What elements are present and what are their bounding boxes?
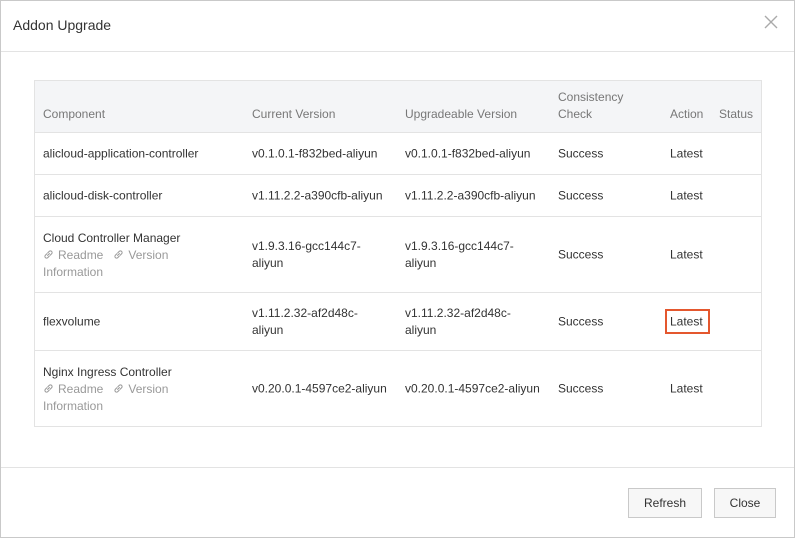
upgradeable-version-line2: aliyun [405,255,437,270]
action-latest[interactable]: Latest [670,187,703,204]
column-header-consistency-line1: Consistency [558,90,624,104]
consistency-check: Success [558,247,604,261]
table-header: Component Current Version Upgradeable Ve… [35,81,761,133]
version-information-link[interactable]: Version [113,248,168,262]
action-latest[interactable]: Latest [670,313,703,330]
upgradeable-version: v1.9.3.16-gcc144c7- aliyun [405,238,514,272]
component-name: alicloud-disk-controller [43,188,163,202]
close-button[interactable]: Close [714,488,776,518]
refresh-button[interactable]: Refresh [628,488,702,518]
consistency-check: Success [558,314,604,328]
version-information-link[interactable]: Version [113,382,168,396]
dialog-header: Addon Upgrade [1,1,794,52]
component-name: Cloud Controller Manager [43,231,181,245]
current-version: v1.11.2.32-af2d48c- aliyun [252,305,358,339]
readme-link[interactable]: Readme [43,248,107,262]
table-row: flexvolume v1.11.2.32-af2d48c- aliyun v1… [35,293,761,351]
current-version: v1.9.3.16-gcc144c7- aliyun [252,238,361,272]
upgradeable-version: v1.11.2.32-af2d48c- aliyun [405,305,511,339]
component-name: alicloud-application-controller [43,146,199,160]
action-latest[interactable]: Latest [670,246,703,263]
component-name: flexvolume [43,314,101,328]
column-header-component: Component [43,107,106,121]
link-icon [44,384,53,393]
version-info-label-cont[interactable]: Information [43,264,213,281]
version-info-label: Version [128,248,169,262]
upgradeable-version-line2: aliyun [405,322,437,337]
consistency-check: Success [558,381,604,395]
version-info-label: Version [128,382,169,396]
upgradeable-version-line1: v1.9.3.16-gcc144c7- [405,238,514,253]
table-row: alicloud-disk-controller v1.11.2.2-a390c… [35,175,761,217]
table-row: alicloud-application-controller v0.1.0.1… [35,133,761,175]
version-info-label-cont[interactable]: Information [43,398,213,415]
readme-label: Readme [58,248,104,262]
link-icon [114,250,123,259]
consistency-check: Success [558,146,604,160]
addon-table: Component Current Version Upgradeable Ve… [34,80,762,427]
dialog-title: Addon Upgrade [13,17,112,33]
table-row: Cloud Controller Manager Readme Version … [35,217,761,293]
column-header-upgradeable-version: Upgradeable Version [405,107,518,121]
column-header-status: Status [719,107,754,121]
current-version-line2: aliyun [252,255,284,270]
component-cell: Cloud Controller Manager Readme Version … [43,230,213,281]
component-links: Readme Version [43,381,213,398]
component-cell: Nginx Ingress Controller Readme Version … [43,364,213,415]
column-header-consistency-check: Consistency Check [558,89,623,123]
upgradeable-version: v1.11.2.2-a390cfb-aliyun [405,188,536,202]
readme-link[interactable]: Readme [43,382,107,396]
upgradeable-version-line1: v1.11.2.32-af2d48c- [405,305,511,320]
upgradeable-version: v0.20.0.1-4597ce2-aliyun [405,381,540,395]
consistency-check: Success [558,188,604,202]
current-version: v1.11.2.2-a390cfb-aliyun [252,188,383,202]
current-version: v0.20.0.1-4597ce2-aliyun [252,381,387,395]
current-version: v0.1.0.1-f832bed-aliyun [252,146,378,160]
column-header-current-version: Current Version [252,107,336,121]
readme-label: Readme [58,382,104,396]
close-icon[interactable] [762,13,780,31]
table-row: Nginx Ingress Controller Readme Version … [35,351,761,426]
action-latest[interactable]: Latest [670,380,703,397]
current-version-line1: v1.9.3.16-gcc144c7- [252,238,361,253]
upgradeable-version: v0.1.0.1-f832bed-aliyun [405,146,531,160]
link-icon [44,250,53,259]
component-links: Readme Version [43,247,213,264]
link-icon [114,384,123,393]
column-header-action: Action [670,107,704,121]
addon-upgrade-dialog: Addon Upgrade Component Current Version … [0,0,795,538]
current-version-line1: v1.11.2.32-af2d48c- [252,305,358,320]
column-header-consistency-line2: Check [558,107,593,121]
component-name: Nginx Ingress Controller [43,365,172,379]
dialog-footer: Refresh Close [1,467,794,537]
action-latest[interactable]: Latest [670,145,703,162]
current-version-line2: aliyun [252,322,284,337]
